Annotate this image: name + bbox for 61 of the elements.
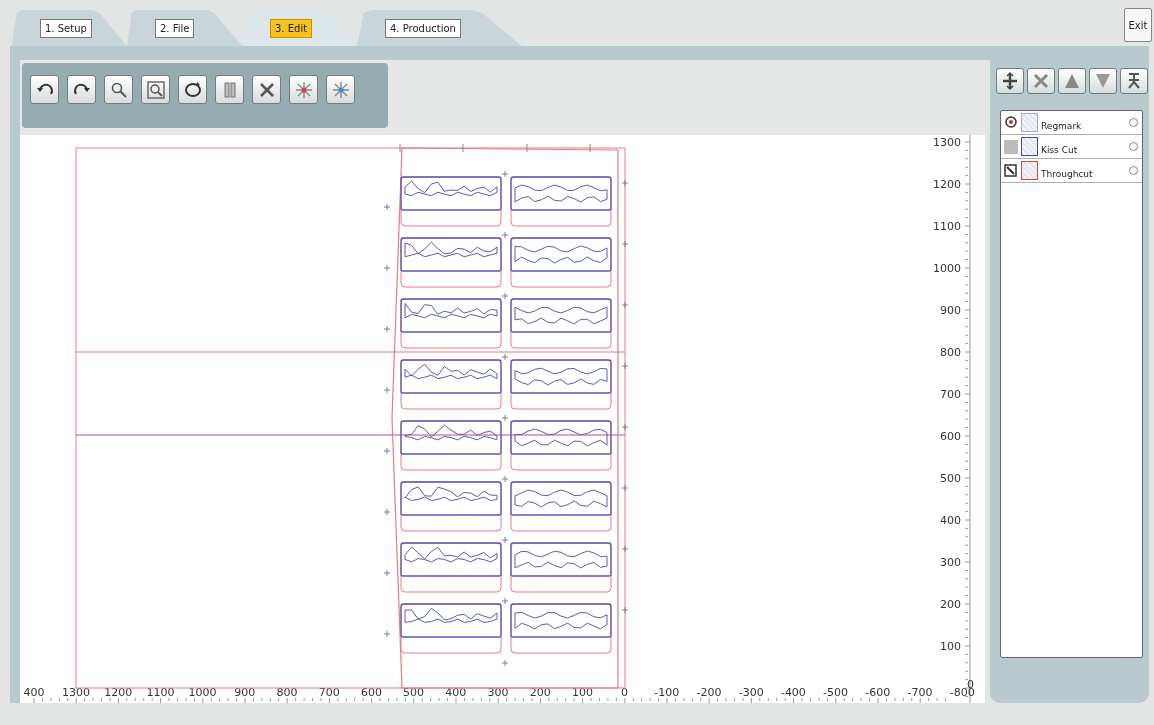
tool-button[interactable]: [996, 68, 1024, 94]
axis-label: 1100: [146, 686, 175, 699]
axis-label: 400: [940, 514, 961, 527]
axis-label: 500: [403, 686, 425, 699]
axis-label: 500: [940, 472, 961, 485]
axis-label: -400: [780, 686, 806, 699]
tab[interactable]: 4. Production: [357, 10, 522, 46]
axis-label: -500: [823, 686, 849, 699]
axis-label: 1000: [933, 262, 961, 275]
tab[interactable]: 1. Setup: [12, 10, 127, 46]
axis-label: 0: [621, 686, 629, 699]
axis-label: 200: [529, 686, 551, 699]
axis-label: 800: [940, 346, 961, 359]
axis-label: 600: [940, 430, 961, 443]
axis-label: 1300: [62, 686, 90, 699]
axis-label: -300: [738, 686, 764, 699]
axis-label: 1200: [933, 178, 961, 191]
layer-name: Regmark: [1041, 120, 1082, 131]
axis-label: 1100: [933, 220, 961, 233]
tool-button[interactable]: [141, 75, 170, 104]
axis-label: -100: [654, 686, 680, 699]
axis-label: 700: [318, 686, 340, 699]
target-icon: [1003, 114, 1019, 131]
knife-icon: [1003, 162, 1019, 179]
axis-label: 200: [940, 598, 961, 611]
axis-label: 1000: [188, 686, 217, 699]
axis-label: 300: [940, 556, 961, 569]
axis-label: 900: [940, 304, 961, 317]
axis-label: 600: [360, 686, 382, 699]
layer-name: Kiss Cut: [1041, 144, 1078, 155]
square-icon: [1003, 138, 1019, 155]
tool-button[interactable]: [30, 75, 59, 104]
tool-button[interactable]: [252, 75, 281, 104]
axis-label: 100: [940, 640, 961, 653]
tool-button[interactable]: [67, 75, 96, 104]
axis-label: 800: [276, 686, 298, 699]
axis-label: -700: [907, 686, 933, 699]
axis-label: 900: [234, 686, 256, 699]
axis-label: 1200: [104, 686, 133, 699]
tab[interactable]: 3. Edit: [242, 10, 357, 46]
axis-label: 1300: [933, 136, 961, 149]
axis-label: -200: [696, 686, 722, 699]
axis-label: -600: [865, 686, 891, 699]
axis-label: 100: [571, 686, 593, 699]
radio-button[interactable]: [1129, 166, 1138, 175]
layer-row[interactable]: Regmark: [1001, 111, 1142, 135]
magnifier-frame-icon: [144, 78, 167, 101]
axis-label: 700: [940, 388, 961, 401]
axis-label: 400: [445, 686, 467, 699]
tool-button[interactable]: [178, 75, 207, 104]
axis-label: 400: [23, 686, 45, 699]
layer-name: Throughcut: [1041, 168, 1093, 179]
tool-button[interactable]: [1120, 68, 1148, 94]
radio-button[interactable]: [1129, 142, 1138, 151]
layer-row[interactable]: Throughcut: [1001, 159, 1142, 183]
exit-button[interactable]: Exit: [1124, 8, 1152, 42]
tab[interactable]: 2. File: [127, 10, 242, 46]
radio-button[interactable]: [1129, 118, 1138, 127]
axis-label: 300: [487, 686, 509, 699]
tool-button[interactable]: [104, 75, 133, 104]
layer-row[interactable]: Kiss Cut: [1001, 135, 1142, 159]
